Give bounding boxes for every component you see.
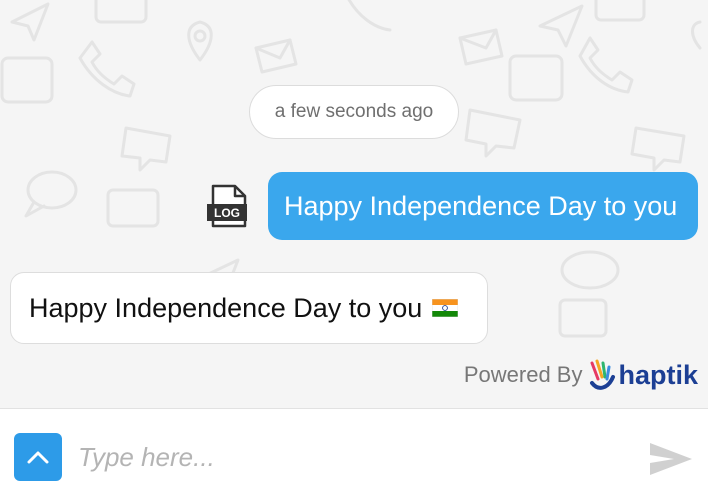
haptik-hand-icon — [590, 359, 616, 390]
outgoing-message-bubble: Happy Independence Day to you — [268, 172, 698, 240]
menu-toggle-button[interactable] — [14, 433, 62, 481]
outgoing-message-text: Happy Independence Day to you — [284, 190, 678, 221]
powered-by-label: Powered By — [463, 362, 583, 387]
message-input[interactable] — [78, 433, 618, 481]
log-file-icon[interactable]: LOG — [205, 184, 251, 228]
incoming-message-text: Happy Independence Day to you — [29, 292, 423, 323]
chevron-up-icon — [27, 451, 49, 464]
haptik-brand-text: haptik — [618, 359, 698, 390]
log-icon-label: LOG — [214, 206, 240, 220]
send-icon[interactable] — [648, 439, 694, 479]
india-flag-icon — [432, 299, 459, 317]
timestamp-text: a few seconds ago — [274, 101, 434, 122]
message-composer — [0, 408, 708, 504]
incoming-message-bubble: Happy Independence Day to you — [10, 272, 488, 344]
chat-area: a few seconds ago LOG Happy Independence… — [0, 0, 708, 408]
timestamp-badge: a few seconds ago — [249, 85, 459, 139]
powered-by: Powered By haptik — [464, 358, 698, 392]
